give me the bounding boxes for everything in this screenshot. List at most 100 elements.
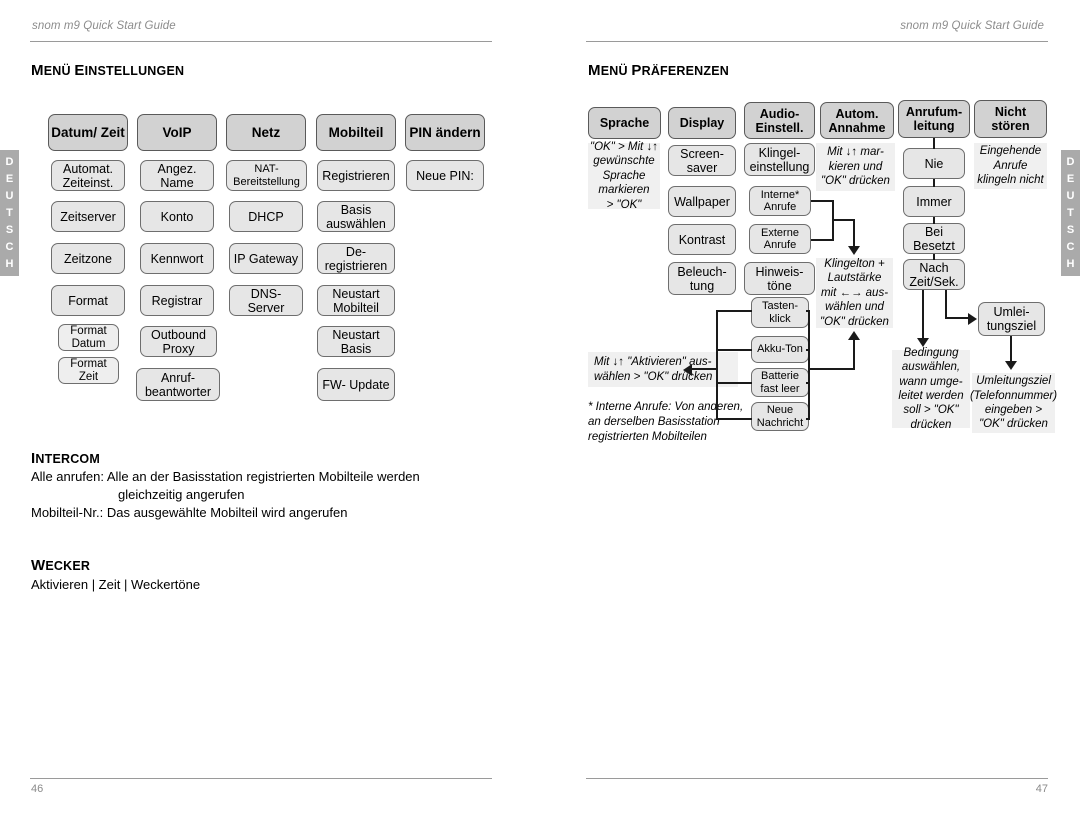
pref-item-externe-anrufe[interactable]: Externe Anrufe <box>749 224 811 254</box>
pref-header-nicht-stoeren[interactable]: Nicht stören <box>974 100 1047 138</box>
pref-item-wallpaper[interactable]: Wallpaper <box>668 186 736 217</box>
side-tab-letter: C <box>1066 241 1075 253</box>
connector-tasten-r2 <box>806 349 810 351</box>
wecker-heading-cap: W <box>31 557 46 574</box>
menu-item-registrar[interactable]: Registrar <box>140 285 214 316</box>
menu-item-neustart-basis[interactable]: Neustart Basis <box>317 326 395 357</box>
menu-item-nat-bereitstellung[interactable]: NAT- Bereitstellung <box>226 160 307 191</box>
menu-item-zeitserver[interactable]: Zeitserver <box>51 201 125 232</box>
pref-header-autom-annahme[interactable]: Autom. Annahme <box>820 102 894 139</box>
page-right: snom m9 Quick Start Guide MENÜ PRÄFERENZ… <box>540 0 1080 823</box>
arrow-klingelton-up <box>848 331 860 340</box>
pref-item-nie[interactable]: Nie <box>903 148 965 179</box>
menu-item-konto[interactable]: Konto <box>140 201 214 232</box>
menu-item-basis-auswaehlen[interactable]: Basis auswählen <box>317 201 395 232</box>
connector-tasten-r4 <box>806 418 810 420</box>
connector-tasten-r1 <box>806 310 810 312</box>
page-number-right: 47 <box>1035 783 1048 795</box>
menu-header-mobilteil[interactable]: Mobilteil <box>316 114 396 151</box>
pref-header-audio-einstell[interactable]: Audio- Einstell. <box>744 102 815 139</box>
pref-item-umleitungsziel[interactable]: Umlei- tungsziel <box>978 302 1045 336</box>
intercom-heading: INTERCOM <box>31 450 100 468</box>
note-klingelton: Klingelton + Lautstärke mit ←→ aus- wähl… <box>816 258 893 328</box>
pref-item-screensaver[interactable]: Screen- saver <box>668 145 736 176</box>
menu-header-voip[interactable]: VoIP <box>137 114 217 151</box>
menu-subitem-format-datum[interactable]: Format Datum <box>58 324 119 351</box>
footnote-interne-anrufe: * Interne Anrufe: Von anderen, an dersel… <box>588 401 744 443</box>
pref-item-nach-zeit-sek[interactable]: Nach Zeit/Sek. <box>903 259 965 290</box>
menu-item-zeitzone[interactable]: Zeitzone <box>51 243 125 274</box>
connector-tasten-l2 <box>716 349 752 351</box>
menu-item-outbound-proxy[interactable]: Outbound Proxy <box>140 326 217 357</box>
side-tab-letter: S <box>5 224 14 236</box>
connector-tasten-l1 <box>716 310 752 312</box>
page-title-left-cap1: M <box>31 62 44 79</box>
pref-item-akku-ton[interactable]: Akku-Ton <box>751 336 809 363</box>
page-title-right-cap2: P <box>631 62 642 79</box>
connector-ie-to-down <box>832 219 855 221</box>
connector-tasten-to-klingel-h <box>808 368 855 370</box>
connector-externe-h <box>811 239 834 241</box>
menu-item-ip-gateway[interactable]: IP Gateway <box>229 243 303 274</box>
arrow-klingelton <box>848 246 860 255</box>
connector-tasten-l4 <box>716 418 752 420</box>
pref-header-display[interactable]: Display <box>668 107 736 139</box>
pref-item-tastenklick[interactable]: Tasten- klick <box>751 297 809 328</box>
connector-tasten-to-note <box>690 368 717 370</box>
menu-item-kennwort[interactable]: Kennwort <box>140 243 214 274</box>
side-tab-deutsch-right: D E U T S C H <box>1061 150 1080 276</box>
side-tab-letter: D <box>1066 156 1075 168</box>
pref-item-kontrast[interactable]: Kontrast <box>668 224 736 255</box>
pref-item-interne-anrufe[interactable]: Interne* Anrufe <box>749 186 811 216</box>
menu-item-neue-pin[interactable]: Neue PIN: <box>406 160 484 191</box>
pref-header-sprache[interactable]: Sprache <box>588 107 661 139</box>
intercom-heading-rest: NTERCOM <box>35 452 100 466</box>
pref-item-hinweistoene[interactable]: Hinweis- töne <box>744 262 815 295</box>
side-tab-letter: E <box>5 173 14 185</box>
pref-item-klingeleinstellung[interactable]: Klingel- einstellung <box>744 143 815 176</box>
menu-item-anrufbeantworter[interactable]: Anruf- beantworter <box>136 368 220 401</box>
connector-interne-h <box>811 200 834 202</box>
connector-anruf-1 <box>933 179 935 187</box>
connector-tasten-r3 <box>806 382 810 384</box>
side-tab-letter: S <box>1066 224 1075 236</box>
menu-header-netz[interactable]: Netz <box>226 114 306 151</box>
arrow-umleitungsziel-note <box>1005 361 1017 370</box>
menu-item-format[interactable]: Format <box>51 285 125 316</box>
note-autom-annahme: Mit ↓↑ mar- kieren und "OK" drücken <box>816 143 895 191</box>
pref-item-batterie-fast-leer[interactable]: Batterie fast leer <box>751 368 809 397</box>
page-title-left-cap2: E <box>74 62 85 79</box>
menu-header-pin-aendern[interactable]: PIN ändern <box>405 114 485 151</box>
side-tab-letter: H <box>1066 258 1075 270</box>
menu-item-registrieren[interactable]: Registrieren <box>317 160 395 191</box>
arrow-bedingung <box>917 338 929 347</box>
pref-item-neue-nachricht[interactable]: Neue Nachricht <box>751 402 809 431</box>
menu-item-neustart-mobilteil[interactable]: Neustart Mobilteil <box>317 285 395 316</box>
side-tab-letter: T <box>1067 207 1074 219</box>
intercom-line-3: Mobilteil-Nr.: Das ausgewählte Mobilteil… <box>31 505 348 520</box>
connector-anruf-2 <box>933 217 935 224</box>
menu-item-angez-name[interactable]: Angez. Name <box>140 160 214 191</box>
menu-item-fw-update[interactable]: FW- Update <box>317 368 395 401</box>
menu-item-dhcp[interactable]: DHCP <box>229 201 303 232</box>
page-left: snom m9 Quick Start Guide MENÜ EINSTELLU… <box>0 0 540 823</box>
page-title-left: MENÜ EINSTELLUNGEN <box>31 62 184 80</box>
pref-header-anrufumleitung[interactable]: Anrufum- leitung <box>898 100 970 138</box>
running-header-left: snom m9 Quick Start Guide <box>32 20 176 32</box>
page-title-right: MENÜ PRÄFERENZEN <box>588 62 729 80</box>
side-tab-letter: H <box>5 258 14 270</box>
arrow-umleitungsziel-box <box>968 313 977 325</box>
pref-item-beleuchtung[interactable]: Beleuch- tung <box>668 262 736 295</box>
side-tab-letter: U <box>5 190 14 202</box>
intercom-line-2: gleichzeitig angerufen <box>118 487 245 502</box>
menu-item-automat-zeiteinst[interactable]: Automat. Zeiteinst. <box>51 160 125 191</box>
menu-item-dns-server[interactable]: DNS- Server <box>229 285 303 316</box>
side-tab-letter: T <box>6 207 13 219</box>
menu-item-deregistrieren[interactable]: De- registrieren <box>317 243 395 274</box>
connector-klingelton-v <box>853 219 855 249</box>
menu-subitem-format-zeit[interactable]: Format Zeit <box>58 357 119 384</box>
pref-item-immer[interactable]: Immer <box>903 186 965 217</box>
pref-item-bei-besetzt[interactable]: Bei Besetzt <box>903 223 965 254</box>
menu-header-datum-zeit[interactable]: Datum/ Zeit <box>48 114 128 151</box>
connector-umleit-v <box>945 290 947 318</box>
